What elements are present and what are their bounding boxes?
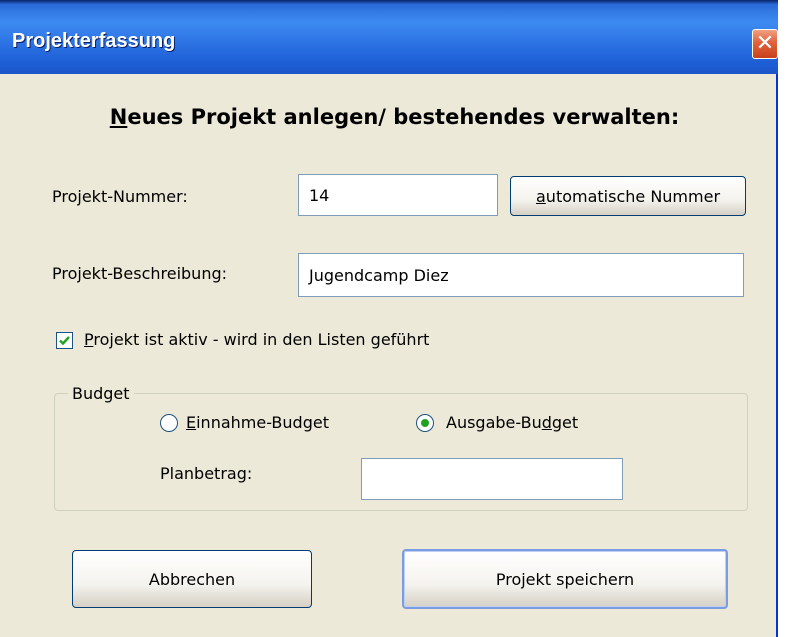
projekt-aktiv-label[interactable]: Projekt ist aktiv - wird in den Listen g… (84, 330, 429, 349)
ausgabe-text-post: get (551, 413, 579, 432)
projekt-nummer-input[interactable]: 14 (298, 174, 498, 216)
automatische-nummer-accelerator: a (535, 186, 546, 206)
close-icon: ✕ (755, 31, 775, 56)
ausgabe-budget-radio[interactable] (416, 414, 434, 432)
projekt-nummer-label: Projekt-Nummer: (52, 187, 188, 206)
projekt-nummer-value: 14 (309, 185, 330, 205)
projekt-beschreibung-value: Jugendcamp Diez (309, 265, 449, 285)
planbetrag-input[interactable] (361, 458, 623, 500)
abbrechen-button[interactable]: Abbrechen (72, 550, 312, 608)
ausgabe-accelerator: d (541, 413, 552, 432)
dialog-window: Projekterfassung ✕ Neues Projekt anlegen… (0, 0, 778, 637)
planbetrag-label: Planbetrag: (160, 464, 253, 483)
ausgabe-text-pre: Ausgabe-Bu (446, 413, 542, 432)
einnahme-budget-radio[interactable] (160, 414, 178, 432)
einnahme-accelerator: E (186, 413, 197, 432)
ausgabe-budget-label[interactable]: Ausgabe-Budget (446, 413, 578, 432)
automatische-nummer-label: utomatische Nummer (545, 186, 721, 206)
title-bar[interactable]: Projekterfassung ✕ (0, 0, 778, 74)
projekt-aktiv-checkbox[interactable] (56, 332, 73, 349)
projekt-beschreibung-input[interactable]: Jugendcamp Diez (298, 253, 744, 297)
projekt-aktiv-text: rojekt ist aktiv - wird in den Listen ge… (93, 330, 430, 349)
einnahme-text: innahme-Budget (196, 413, 329, 432)
abbrechen-label: Abbrechen (148, 569, 236, 589)
window-title: Projekterfassung (12, 30, 176, 52)
close-button[interactable]: ✕ (752, 29, 778, 59)
radio-selected-dot (421, 419, 429, 427)
page-heading: Neues Projekt anlegen/ bestehendes verwa… (0, 105, 789, 129)
checkmark-icon (59, 336, 70, 346)
automatische-nummer-button[interactable]: a utomatische Nummer (510, 176, 746, 216)
heading-text: eues Projekt anlegen/ bestehendes verwal… (127, 105, 680, 129)
heading-accelerator: N (109, 105, 128, 129)
projekt-speichern-label: Projekt speichern (495, 569, 635, 589)
projekt-aktiv-accelerator: P (84, 330, 94, 349)
projekt-speichern-button[interactable]: Projekt speichern (402, 549, 728, 609)
projekt-beschreibung-label: Projekt-Beschreibung: (52, 264, 228, 283)
budget-legend: Budget (68, 384, 134, 403)
einnahme-budget-label[interactable]: Einnahme-Budget (186, 413, 329, 432)
